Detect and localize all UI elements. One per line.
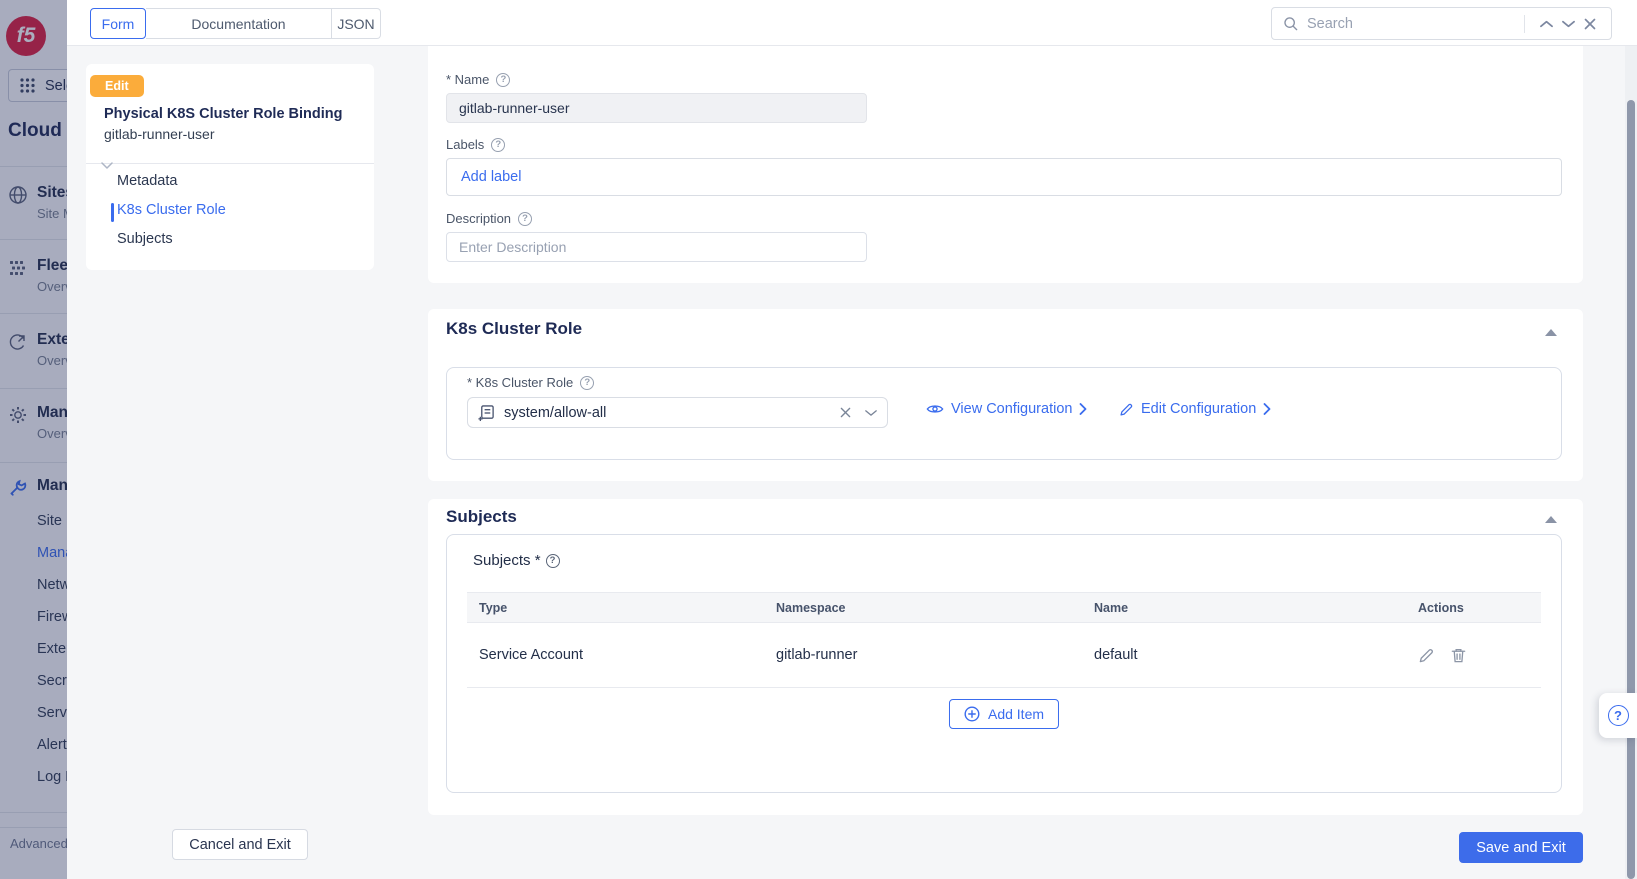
- subjects-field-label: Subjects * ?: [473, 552, 560, 569]
- search-next-button[interactable]: [1557, 13, 1579, 35]
- labels-field-label: Labels ?: [446, 137, 506, 152]
- metadata-card: * Name ? Labels ? Add label Description …: [428, 46, 1583, 283]
- subjects-table-header: Type Namespace Name Actions: [467, 592, 1541, 623]
- column-header-type: Type: [479, 600, 508, 615]
- panel-header: Form Documentation JSON: [67, 0, 1637, 46]
- cluster-role-selected-value: system/allow-all: [504, 404, 607, 421]
- subjects-label-text: Subjects *: [473, 552, 541, 569]
- collapse-section-icon[interactable]: [1545, 329, 1557, 336]
- name-input[interactable]: [446, 93, 867, 123]
- edit-object-panel: Form Documentation JSON Search Edit Phys…: [67, 0, 1637, 879]
- form-nav-metadata[interactable]: Metadata: [117, 173, 177, 189]
- view-tabs: Form Documentation JSON: [90, 8, 381, 39]
- add-label-button[interactable]: Add label: [461, 169, 521, 185]
- section-heading: K8s Cluster Role: [446, 319, 583, 338]
- cancel-and-exit-button[interactable]: Cancel and Exit: [172, 829, 308, 860]
- add-item-button[interactable]: Add Item: [948, 699, 1060, 729]
- description-field-label: Description ?: [446, 211, 533, 226]
- active-nav-indicator: [111, 203, 114, 222]
- subject-namespace-cell: gitlab-runner: [776, 647, 858, 663]
- collapse-caret-icon[interactable]: [100, 162, 114, 170]
- tab-json[interactable]: JSON: [332, 8, 381, 39]
- clear-selection-icon[interactable]: [840, 407, 851, 418]
- column-header-namespace: Namespace: [776, 600, 846, 615]
- subjects-fieldset: Subjects * ? Type Namespace Name Actions…: [446, 534, 1562, 793]
- column-header-actions: Actions: [1418, 600, 1464, 615]
- question-icon: ?: [1607, 705, 1629, 726]
- section-heading: Subjects: [446, 507, 517, 526]
- search-input[interactable]: [1307, 15, 1514, 32]
- help-icon[interactable]: ?: [496, 72, 511, 87]
- labels-label-text: Labels: [446, 137, 485, 152]
- labels-box: Add label: [446, 158, 1562, 196]
- name-field-label: * Name ?: [446, 72, 511, 87]
- pencil-icon: [1120, 403, 1133, 416]
- subject-name-cell: default: [1094, 647, 1138, 663]
- eye-icon: [926, 405, 944, 413]
- dropdown-chevron-icon[interactable]: [865, 409, 877, 417]
- subjects-card: Subjects Subjects * ? Type Namespace Nam…: [428, 499, 1583, 815]
- k8s-cluster-role-card: K8s Cluster Role * K8s Cluster Role ? sy…: [428, 309, 1583, 481]
- help-button[interactable]: ?: [1599, 693, 1637, 738]
- chevron-right-icon: [1263, 403, 1271, 415]
- subject-type-cell: Service Account: [479, 647, 583, 663]
- form-nav-subjects[interactable]: Subjects: [117, 231, 173, 247]
- divider: [86, 163, 374, 164]
- cluster-role-fieldset: * K8s Cluster Role ? system/allow-all Vi…: [446, 367, 1562, 460]
- description-label-text: Description: [446, 211, 512, 226]
- close-search-button[interactable]: [1579, 13, 1601, 35]
- cluster-role-select[interactable]: system/allow-all: [467, 397, 888, 428]
- object-type-title: Physical K8S Cluster Role Binding: [104, 106, 343, 122]
- help-icon[interactable]: ?: [491, 137, 506, 152]
- chevron-up-icon: [1539, 20, 1553, 27]
- chevron-right-icon: [1080, 403, 1087, 415]
- help-icon[interactable]: ?: [580, 375, 595, 390]
- chevron-down-icon: [1561, 20, 1575, 27]
- help-icon[interactable]: ?: [545, 553, 560, 568]
- close-icon: [1584, 18, 1596, 29]
- scrollbar[interactable]: [1625, 46, 1637, 879]
- cluster-role-field-label: * K8s Cluster Role ?: [467, 375, 595, 390]
- view-configuration-link[interactable]: View Configuration: [926, 401, 1087, 417]
- tab-form[interactable]: Form: [90, 8, 146, 39]
- search-icon: [1284, 17, 1298, 31]
- collapse-section-icon[interactable]: [1545, 516, 1557, 523]
- edit-configuration-link[interactable]: Edit Configuration: [1119, 401, 1271, 417]
- edit-badge: Edit: [90, 75, 144, 97]
- scrollbar-thumb[interactable]: [1627, 100, 1635, 879]
- reference-object-icon: [478, 404, 494, 421]
- panel-body: Edit Physical K8S Cluster Role Binding g…: [67, 46, 1637, 879]
- edit-row-icon[interactable]: [1418, 647, 1435, 664]
- edit-configuration-label: Edit Configuration: [1141, 401, 1257, 417]
- object-name: gitlab-runner-user: [104, 126, 215, 142]
- delete-row-icon[interactable]: [1450, 647, 1467, 664]
- divider: [1524, 14, 1525, 33]
- add-item-label: Add Item: [987, 706, 1045, 722]
- name-label-text: * Name: [446, 72, 490, 87]
- save-and-exit-button[interactable]: Save and Exit: [1459, 832, 1583, 863]
- description-input[interactable]: [446, 232, 867, 262]
- column-header-name: Name: [1094, 600, 1129, 615]
- form-nav-k8s-cluster-role[interactable]: K8s Cluster Role: [117, 202, 226, 218]
- search-bar: [1271, 7, 1612, 40]
- help-icon[interactable]: ?: [518, 211, 533, 226]
- plus-circle-icon: [964, 706, 980, 722]
- object-summary-panel: Edit Physical K8S Cluster Role Binding g…: [86, 64, 374, 270]
- cluster-role-label-text: * K8s Cluster Role: [467, 375, 574, 390]
- tab-documentation[interactable]: Documentation: [146, 8, 332, 39]
- table-row: Service Account gitlab-runner default: [467, 623, 1541, 688]
- view-configuration-label: View Configuration: [951, 401, 1073, 417]
- search-prev-button[interactable]: [1535, 13, 1557, 35]
